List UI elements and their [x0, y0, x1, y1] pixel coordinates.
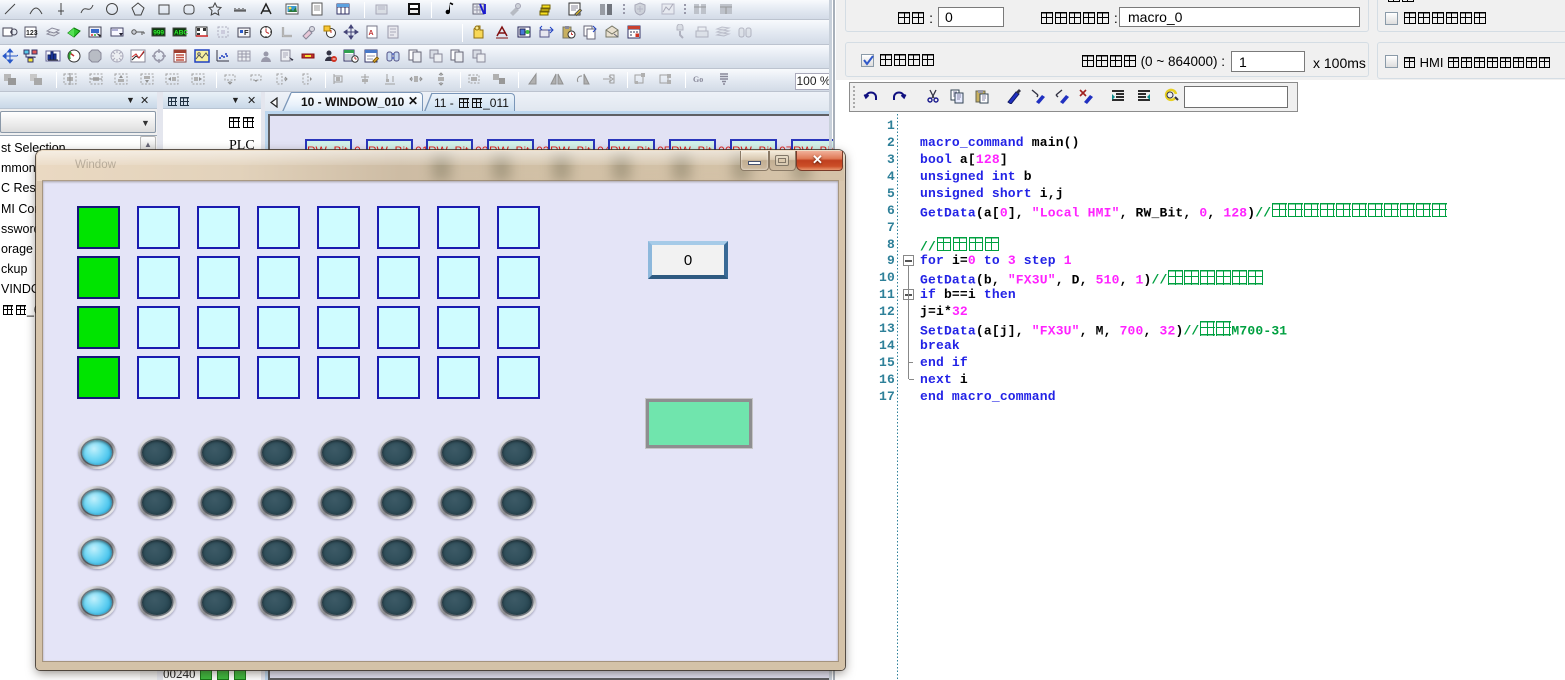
svg-text:999: 999 [153, 30, 164, 37]
svg-text:Go: Go [693, 75, 703, 84]
svg-text:123: 123 [26, 30, 38, 37]
svg-text:A: A [369, 30, 374, 37]
svg-text:ABC: ABC [174, 30, 188, 37]
svg-text:F: F [244, 28, 249, 37]
